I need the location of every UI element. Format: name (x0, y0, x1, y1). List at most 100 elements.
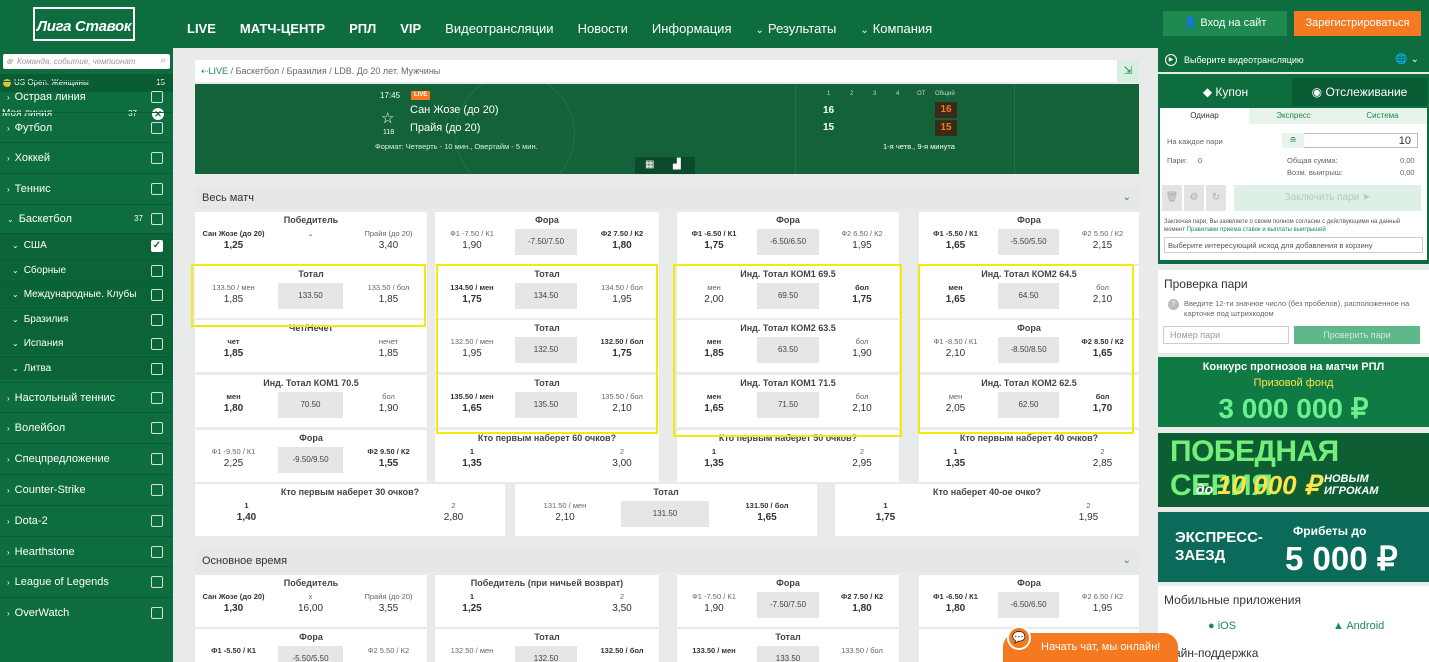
search-input[interactable]: ⊗ Команда, событие, чемпионат ⌕ (3, 54, 170, 69)
checkbox[interactable] (151, 422, 163, 434)
nav-info[interactable]: Информация (652, 21, 732, 36)
login-button[interactable]: 👤 Вход на сайт (1163, 11, 1287, 36)
sidebar-item-hearthstone[interactable]: › Hearthstone (0, 536, 173, 566)
odds-cell[interactable]: - (272, 229, 349, 257)
globe-icon[interactable]: 🌐 ⌄ (1395, 48, 1419, 72)
sidebar-item-volleyball[interactable]: › Волейбол (0, 412, 173, 442)
sidebar-item-basketball[interactable]: ⌄ Баскетбол 37 (0, 204, 173, 232)
odds-cell[interactable]: мен 1,80 (195, 392, 272, 420)
checkbox[interactable] (151, 122, 163, 134)
odds-cell[interactable]: Сан Жозе (до 20) 1,25 (195, 229, 272, 257)
tab-system[interactable]: Система (1338, 108, 1427, 124)
checkbox[interactable] (151, 392, 163, 404)
sidebar-item-special[interactable]: › Спецпредложение (0, 443, 173, 473)
sidebar-item-counter-strike[interactable]: › Counter-Strike (0, 474, 173, 504)
nav-live[interactable]: LIVE (187, 21, 216, 36)
checkbox[interactable] (151, 453, 163, 465)
android-link[interactable]: ▲ Android (1333, 620, 1384, 632)
odds-cell[interactable]: нечет 1,85 (350, 337, 427, 365)
tab-tracking[interactable]: ◉ Отслеживание (1292, 78, 1427, 106)
pin-icon[interactable]: ⇲ (1117, 60, 1139, 82)
odds-cell[interactable]: Прайя (до 20) 3,40 (350, 229, 427, 257)
odds-cell[interactable]: Ф1 -7.50 / К1 1,90 (677, 592, 751, 620)
odds-cell[interactable]: 131.50 / бол 1,65 (717, 501, 817, 529)
sidebar-item-usa[interactable]: ⌄ США ✓ (0, 233, 173, 257)
sidebar-item-spain[interactable]: ⌄ Испания (0, 331, 173, 355)
odds-cell[interactable]: 1 1,35 (677, 447, 751, 475)
promo-banner-rpl[interactable]: Конкурс прогнозов на матчи РПЛ Призовой … (1158, 357, 1429, 427)
odds-cell[interactable]: Ф2 6.50 / К2 1,95 (825, 229, 899, 257)
checkbox[interactable] (151, 338, 163, 350)
odds-cell[interactable]: 2 3,00 (585, 447, 659, 475)
odds-cell[interactable]: Ф1 -5.50 / К1 1,65 (919, 229, 992, 257)
odds-cell[interactable]: 2 2,80 (402, 501, 505, 529)
odds-cell[interactable]: 132.50 / бол (585, 646, 659, 662)
odds-cell[interactable]: 2 1,95 (1038, 501, 1139, 529)
odds-cell[interactable]: бол 1,90 (350, 392, 427, 420)
odds-cell[interactable]: чет 1,85 (195, 337, 272, 365)
odds-cell[interactable]: 1 1,25 (435, 592, 509, 620)
checkbox[interactable]: ✓ (151, 240, 163, 252)
odds-cell[interactable]: 1 1,35 (435, 447, 509, 475)
ios-link[interactable]: ● iOS (1208, 620, 1236, 632)
checkbox[interactable] (151, 213, 163, 225)
search-icon[interactable]: ⌕ (160, 53, 166, 68)
sidebar-item-lol[interactable]: › League of Legends (0, 566, 173, 596)
odds-cell[interactable]: Ф2 5.50 / К2 (350, 646, 427, 662)
sidebar-item-dota2[interactable]: › Dota-2 (0, 505, 173, 535)
settings-icon[interactable]: ⚙ (1184, 185, 1204, 211)
promo-banner-express[interactable]: ЭКСПРЕСС- ЗАЕЗД Фрибеты до 5 000 ₽ (1158, 512, 1429, 582)
checkbox[interactable] (151, 546, 163, 558)
tab-single[interactable]: Одинар (1160, 108, 1249, 124)
odds-cell[interactable]: 2 3,50 (585, 592, 659, 620)
sidebar-item-tennis[interactable]: › Теннис (0, 173, 173, 203)
checkbox[interactable] (151, 314, 163, 326)
checkbox[interactable] (151, 576, 163, 588)
sidebar-item-football[interactable]: › Футбол (0, 112, 173, 142)
stats-icon[interactable]: ▟ (673, 159, 681, 170)
odds-cell[interactable]: Ф1 -7.50 / К1 1,90 (435, 229, 509, 257)
sidebar-item-table-tennis[interactable]: › Настольный теннис (0, 382, 173, 412)
sidebar-item-hockey[interactable]: › Хоккей (0, 142, 173, 172)
section-full-match[interactable]: Весь матч ⌄ (195, 187, 1139, 209)
checkbox[interactable] (151, 363, 163, 375)
section-main-time[interactable]: Основное время ⌄ (195, 550, 1139, 572)
odds-cell[interactable]: 1 1,75 (835, 501, 936, 529)
tab-coupon[interactable]: ◆ Купон (1160, 78, 1291, 106)
logo[interactable]: Лига Ставок (33, 7, 135, 41)
sidebar-item-intl-clubs[interactable]: ⌄ Международные. Клубы (0, 282, 173, 306)
nav-match-center[interactable]: МАТЧ-ЦЕНТР (240, 21, 325, 36)
stake-stack-icon[interactable]: ≘ (1282, 133, 1304, 148)
odds-cell[interactable]: х 16,00 (272, 592, 349, 620)
check-bet-button[interactable]: Проверить пари (1294, 326, 1420, 344)
sidebar-item-national[interactable]: ⌄ Сборные (0, 258, 173, 282)
odds-cell[interactable]: Ф2 7.50 / К2 1,80 (585, 229, 659, 257)
odds-cell[interactable]: 131.50 / мен 2,10 (515, 501, 615, 529)
checkbox[interactable] (151, 515, 163, 527)
register-button[interactable]: Зарегистрироваться (1294, 11, 1421, 36)
checkbox[interactable] (151, 152, 163, 164)
back-to-live-link[interactable]: ⇠LIVE (201, 66, 228, 76)
place-bet-button[interactable]: Заключить пари ➤ (1234, 185, 1421, 211)
sidebar-item-lithuania[interactable]: ⌄ Литва (0, 356, 173, 380)
checkbox[interactable] (151, 484, 163, 496)
odds-cell[interactable]: Ф2 9.50 / К2 1,55 (350, 447, 427, 475)
promo-banner-series[interactable]: ПОБЕДНАЯ СЕРИЯ до 10 000 ₽ НОВЫМ ИГРОКАМ (1158, 433, 1429, 507)
checkbox[interactable] (151, 183, 163, 195)
nav-news[interactable]: Новости (578, 21, 628, 36)
checkbox[interactable] (151, 265, 163, 277)
odds-cell[interactable]: 133.50 / бол (825, 646, 899, 662)
sidebar-item-brazil[interactable]: ⌄ Бразилия (0, 307, 173, 331)
checkbox[interactable] (151, 289, 163, 301)
odds-cell[interactable]: 2 2,95 (825, 447, 899, 475)
odds-cell[interactable]: Ф1 -6.50 / К1 1,75 (677, 229, 751, 257)
odds-cell[interactable]: Сан Жозе (до 20) 1,30 (195, 592, 272, 620)
rules-link[interactable]: Правилами приема ставок и выплаты выигры… (1187, 227, 1326, 233)
clear-icon[interactable]: ⊗ (6, 54, 13, 69)
checkbox[interactable] (151, 91, 163, 103)
odds-cell[interactable]: Ф2 6.50 / К2 1,95 (1066, 592, 1139, 620)
nav-company[interactable]: ⌄ Компания (860, 21, 932, 36)
odds-cell[interactable]: Ф2 5.50 / К2 2,15 (1066, 229, 1139, 257)
tab-express[interactable]: Экспресс (1249, 108, 1338, 124)
star-icon[interactable]: ☆ (381, 109, 394, 127)
